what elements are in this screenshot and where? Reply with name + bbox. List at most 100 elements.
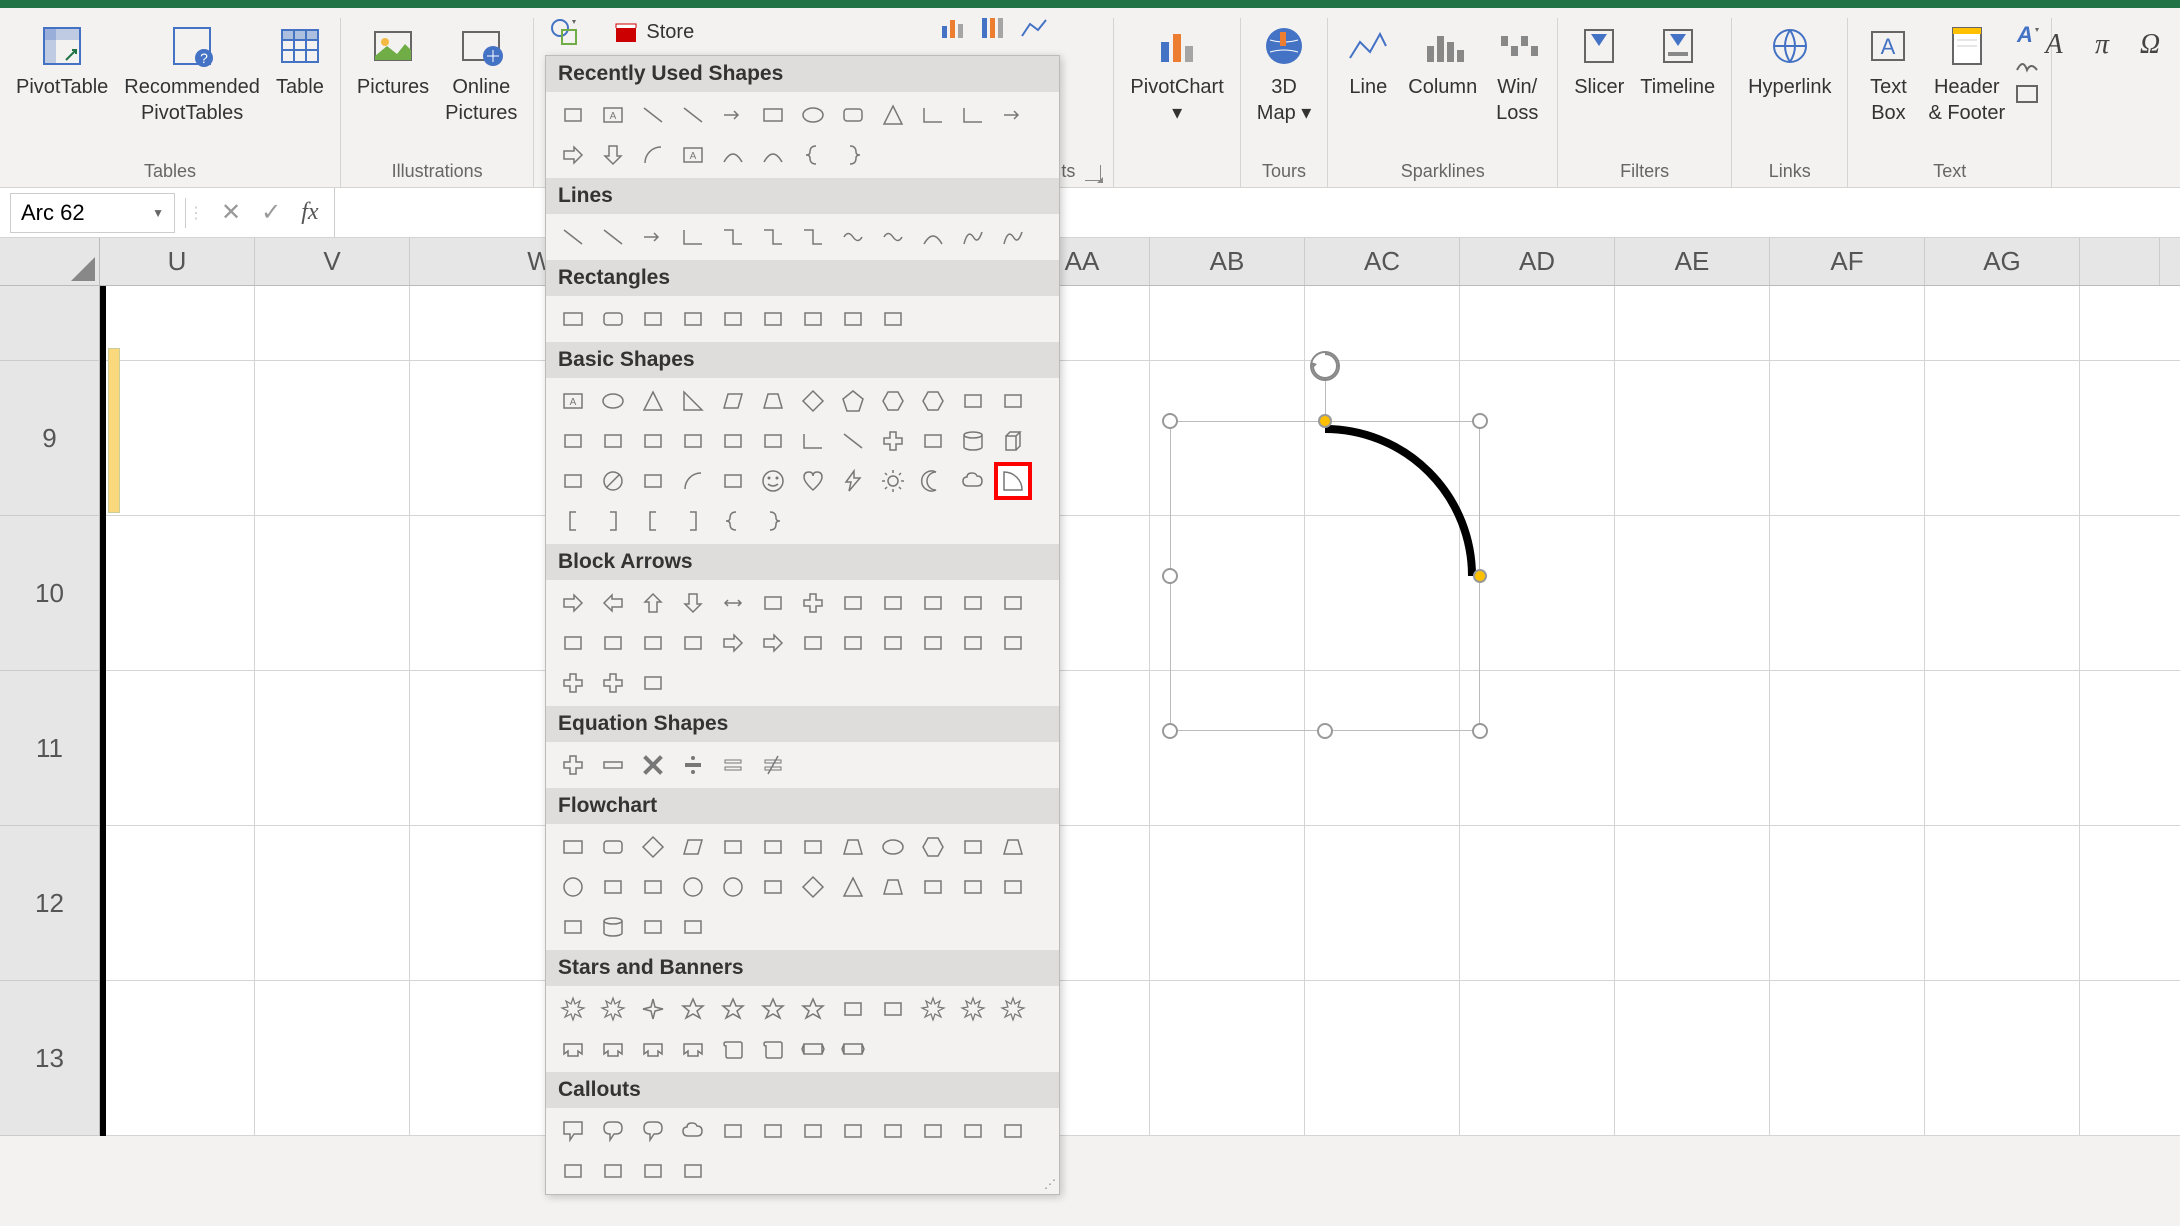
shape-block-shapes-8[interactable] xyxy=(874,584,912,622)
shape-block-shapes-15[interactable] xyxy=(674,624,712,662)
shape-flow-shapes-3[interactable] xyxy=(674,828,712,866)
shape-rect-shapes-3[interactable] xyxy=(674,300,712,338)
shape-recent-shapes-4[interactable] xyxy=(714,96,752,134)
shape-recent-shapes-9[interactable] xyxy=(914,96,952,134)
shape-callout-shapes-6[interactable] xyxy=(794,1112,832,1150)
sparkline-column-button[interactable]: Column xyxy=(1400,18,1485,104)
accept-formula-icon[interactable]: ✓ xyxy=(261,198,281,227)
shape-block-shapes-11[interactable] xyxy=(994,584,1032,622)
col-header-af[interactable]: AF xyxy=(1770,238,1925,285)
shape-block-shapes-1[interactable] xyxy=(594,584,632,622)
shape-block-shapes-6[interactable] xyxy=(794,584,832,622)
shape-callout-shapes-1[interactable] xyxy=(594,1112,632,1150)
col-header-ae[interactable]: AE xyxy=(1615,238,1770,285)
shape-basic-shapes-34[interactable] xyxy=(954,462,992,500)
shape-block-shapes-19[interactable] xyxy=(834,624,872,662)
shape-star-shapes-4[interactable] xyxy=(714,990,752,1028)
adjust-handle-n[interactable] xyxy=(1318,414,1332,428)
shape-callout-shapes-3[interactable] xyxy=(674,1112,712,1150)
name-box[interactable]: Arc 62 ▼ xyxy=(10,193,175,233)
shapes-dropdown-icon[interactable] xyxy=(548,16,580,48)
shape-star-shapes-8[interactable] xyxy=(874,990,912,1028)
slicer-button[interactable]: Slicer xyxy=(1566,18,1632,104)
selected-arc-shape[interactable] xyxy=(1170,421,1480,731)
shape-basic-shapes-36[interactable] xyxy=(554,502,592,540)
shape-basic-shapes-35[interactable] xyxy=(994,462,1032,500)
shape-basic-shapes-7[interactable] xyxy=(834,382,872,420)
rotate-handle[interactable] xyxy=(1305,346,1345,391)
shape-star-shapes-1[interactable] xyxy=(594,990,632,1028)
shape-basic-shapes-29[interactable] xyxy=(754,462,792,500)
cell-grid[interactable] xyxy=(100,286,2180,1136)
shape-flow-shapes-19[interactable] xyxy=(834,868,872,906)
shape-callout-shapes-10[interactable] xyxy=(954,1112,992,1150)
hyperlink-button[interactable]: Hyperlink xyxy=(1740,18,1839,104)
resize-handle-w[interactable] xyxy=(1162,568,1178,584)
shape-recent-shapes-2[interactable] xyxy=(634,96,672,134)
col-header-partial[interactable] xyxy=(2080,238,2160,285)
resize-handle-nw[interactable] xyxy=(1162,413,1178,429)
shape-basic-shapes-24[interactable] xyxy=(554,462,592,500)
shape-basic-shapes-30[interactable] xyxy=(794,462,832,500)
resize-handle-s[interactable] xyxy=(1317,723,1333,739)
resize-handle-ne[interactable] xyxy=(1472,413,1488,429)
shape-basic-shapes-12[interactable] xyxy=(554,422,592,460)
shape-basic-shapes-33[interactable] xyxy=(914,462,952,500)
shape-rect-shapes-4[interactable] xyxy=(714,300,752,338)
shape-flow-shapes-21[interactable] xyxy=(914,868,952,906)
shape-flow-shapes-15[interactable] xyxy=(674,868,712,906)
shape-star-shapes-5[interactable] xyxy=(754,990,792,1028)
shape-flow-shapes-13[interactable] xyxy=(594,868,632,906)
shape-star-shapes-16[interactable] xyxy=(714,1030,752,1068)
headerfooter-button[interactable]: Header & Footer xyxy=(1920,18,2013,130)
shape-star-shapes-6[interactable] xyxy=(794,990,832,1028)
shape-lines-shapes-10[interactable] xyxy=(954,218,992,256)
shape-callout-shapes-13[interactable] xyxy=(594,1152,632,1190)
shape-basic-shapes-8[interactable] xyxy=(874,382,912,420)
shape-star-shapes-0[interactable] xyxy=(554,990,592,1028)
shape-lines-shapes-1[interactable] xyxy=(594,218,632,256)
shape-basic-shapes-11[interactable] xyxy=(994,382,1032,420)
shape-lines-shapes-4[interactable] xyxy=(714,218,752,256)
sparkline-winloss-button[interactable]: Win/ Loss xyxy=(1485,18,1549,130)
shape-block-shapes-2[interactable] xyxy=(634,584,672,622)
shape-basic-shapes-18[interactable] xyxy=(794,422,832,460)
row-header-9[interactable]: 9 xyxy=(0,361,100,516)
shape-block-shapes-24[interactable] xyxy=(554,664,592,702)
shape-basic-shapes-13[interactable] xyxy=(594,422,632,460)
shape-recent-shapes-5[interactable] xyxy=(754,96,792,134)
shape-block-shapes-12[interactable] xyxy=(554,624,592,662)
shape-lines-shapes-3[interactable] xyxy=(674,218,712,256)
online-pictures-button[interactable]: Online Pictures xyxy=(437,18,525,130)
row-header-12[interactable]: 12 xyxy=(0,826,100,981)
shape-basic-shapes-32[interactable] xyxy=(874,462,912,500)
shape-eq-shapes-1[interactable] xyxy=(594,746,632,784)
shape-block-shapes-7[interactable] xyxy=(834,584,872,622)
shape-star-shapes-15[interactable] xyxy=(674,1030,712,1068)
col-header-ag[interactable]: AG xyxy=(1925,238,2080,285)
store-label[interactable]: Store xyxy=(646,21,694,44)
timeline-button[interactable]: Timeline xyxy=(1632,18,1723,104)
shape-basic-shapes-10[interactable] xyxy=(954,382,992,420)
shape-block-shapes-3[interactable] xyxy=(674,584,712,622)
shape-callout-shapes-8[interactable] xyxy=(874,1112,912,1150)
shape-eq-shapes-4[interactable] xyxy=(714,746,752,784)
shape-recent-shapes-1[interactable]: A xyxy=(594,96,632,134)
row-header-blank[interactable] xyxy=(0,286,100,361)
shape-lines-shapes-6[interactable] xyxy=(794,218,832,256)
cancel-formula-icon[interactable]: ✕ xyxy=(221,198,241,227)
shape-block-shapes-4[interactable] xyxy=(714,584,752,622)
shape-flow-shapes-5[interactable] xyxy=(754,828,792,866)
shape-lines-shapes-7[interactable] xyxy=(834,218,872,256)
shape-recent-shapes-0[interactable] xyxy=(554,96,592,134)
shape-rect-shapes-1[interactable] xyxy=(594,300,632,338)
pivottable-button[interactable]: PivotTable xyxy=(8,18,116,104)
shape-flow-shapes-27[interactable] xyxy=(674,908,712,946)
shape-flow-shapes-17[interactable] xyxy=(754,868,792,906)
shape-flow-shapes-6[interactable] xyxy=(794,828,832,866)
shape-block-shapes-17[interactable] xyxy=(754,624,792,662)
shape-basic-shapes-3[interactable] xyxy=(674,382,712,420)
shape-block-shapes-9[interactable] xyxy=(914,584,952,622)
shape-lines-shapes-5[interactable] xyxy=(754,218,792,256)
shape-callout-shapes-5[interactable] xyxy=(754,1112,792,1150)
